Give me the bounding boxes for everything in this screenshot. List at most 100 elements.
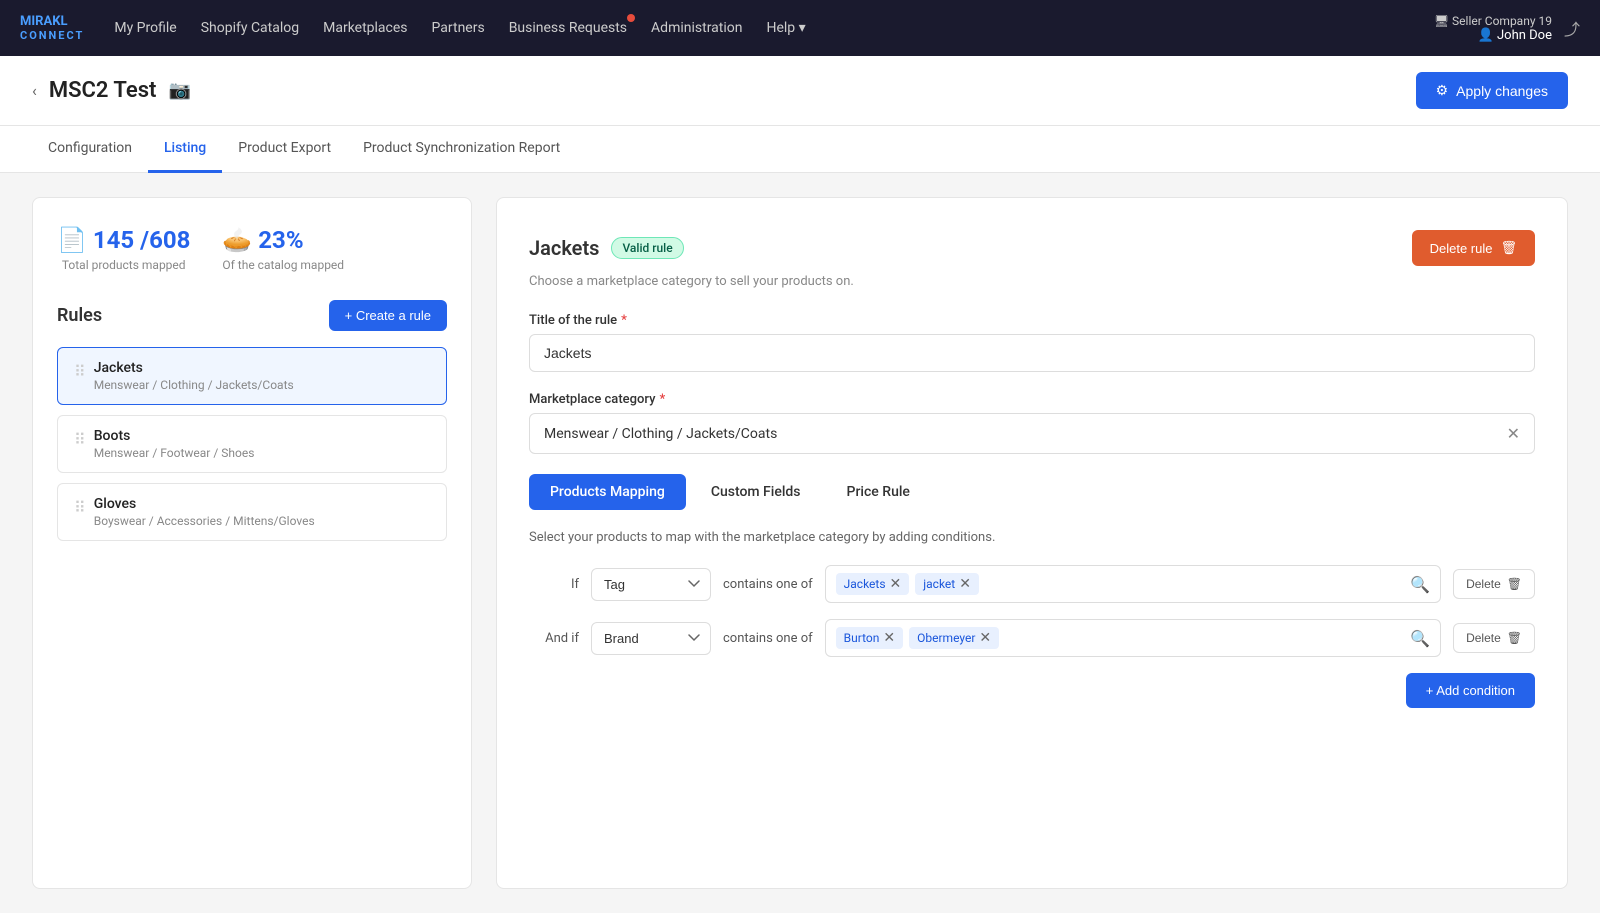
rule-name: Boots (94, 428, 255, 444)
tag-remove-icon[interactable]: ✕ (883, 630, 895, 646)
logo[interactable]: MIRAKL CONNECT (20, 14, 84, 43)
condition-tags-2: Burton ✕ Obermeyer ✕ 🔍 (825, 619, 1441, 657)
category-input-text: Menswear / Clothing / Jackets/Coats (530, 416, 1493, 452)
camera-icon[interactable]: 📷 (168, 80, 190, 101)
title-input[interactable] (529, 334, 1535, 372)
main-tabs: Configuration Listing Product Export Pro… (0, 126, 1600, 173)
pie-icon: 🥧 (222, 226, 252, 254)
add-condition-button[interactable]: + Add condition (1406, 673, 1535, 708)
condition-prefix-2: And if (529, 631, 579, 646)
main-content: 📄 145 /608 Total products mapped 🥧 23% O… (0, 173, 1600, 913)
gear-icon: ⚙ (1436, 82, 1449, 99)
add-condition-row: + Add condition (529, 673, 1535, 708)
page-header: ‹ MSC2 Test 📷 ⚙ Apply changes (0, 56, 1600, 126)
rule-name: Jackets (94, 360, 294, 376)
notification-badge (627, 14, 635, 22)
stat-products-mapped-label: Total products mapped (57, 258, 190, 272)
rule-item-boots[interactable]: ⠿ Boots Menswear / Footwear / Shoes (57, 415, 447, 473)
top-nav: MIRAKL CONNECT My Profile Shopify Catalo… (0, 0, 1600, 56)
trash-icon: 🗑 (1507, 577, 1522, 591)
condition-tags-1: Jackets ✕ jacket ✕ 🔍 (825, 565, 1441, 603)
required-star: * (621, 313, 627, 328)
rule-subtitle: Choose a marketplace category to sell yo… (529, 274, 1535, 289)
condition-prefix-1: If (529, 577, 579, 592)
condition-field-select-1[interactable]: Tag (591, 568, 711, 601)
search-icon[interactable]: 🔍 (1410, 575, 1430, 594)
tag-chip-jackets: Jackets ✕ (836, 573, 910, 595)
delete-rule-button[interactable]: Delete rule 🗑 (1412, 230, 1535, 266)
rule-item-gloves[interactable]: ⠿ Gloves Boyswear / Accessories / Mitten… (57, 483, 447, 541)
nav-marketplaces[interactable]: Marketplaces (323, 20, 407, 36)
tab-product-export[interactable]: Product Export (222, 126, 347, 173)
trash-icon: 🗑 (1500, 240, 1517, 256)
user-info: 🖥 Seller Company 19 👤 John Doe (1434, 14, 1552, 43)
stat-products-mapped: 📄 145 /608 Total products mapped (57, 226, 190, 272)
nav-administration[interactable]: Administration (651, 20, 742, 36)
nav-right: 🖥 Seller Company 19 👤 John Doe ⤴ (1434, 14, 1580, 43)
tag-chip-obermeyer: Obermeyer ✕ (909, 627, 999, 649)
condition-operator-1: contains one of (723, 577, 813, 592)
stat-catalog-mapped-label: Of the catalog mapped (222, 258, 344, 272)
condition-operator-2: contains one of (723, 631, 813, 646)
page-header-left: ‹ MSC2 Test 📷 (32, 78, 191, 103)
tab-listing[interactable]: Listing (148, 126, 222, 173)
sub-tab-price-rule[interactable]: Price Rule (826, 474, 931, 510)
category-label: Marketplace category * (529, 392, 1535, 407)
left-panel: 📄 145 /608 Total products mapped 🥧 23% O… (32, 197, 472, 889)
right-panel: Jackets Valid rule Delete rule 🗑 Choose … (496, 197, 1568, 889)
drag-handle-icon: ⠿ (74, 498, 86, 517)
sub-tab-custom-fields[interactable]: Custom Fields (690, 474, 822, 510)
rule-item-jackets[interactable]: ⠿ Jackets Menswear / Clothing / Jackets/… (57, 347, 447, 405)
valid-badge: Valid rule (611, 237, 683, 259)
nav-help[interactable]: Help ▾ (766, 20, 805, 36)
mapping-desc: Select your products to map with the mar… (529, 530, 1535, 545)
share-icon[interactable]: ⤴ (1564, 16, 1580, 40)
trash-icon: 🗑 (1507, 631, 1522, 645)
nav-my-profile[interactable]: My Profile (114, 20, 176, 36)
drag-handle-icon: ⠿ (74, 430, 86, 449)
nav-partners[interactable]: Partners (432, 20, 485, 36)
sub-tab-products-mapping[interactable]: Products Mapping (529, 474, 686, 510)
rule-name: Gloves (94, 496, 315, 512)
tag-chip-burton: Burton ✕ (836, 627, 903, 649)
category-clear-button[interactable]: ✕ (1493, 414, 1534, 453)
rule-path: Menswear / Clothing / Jackets/Coats (94, 378, 294, 392)
category-input-wrapper: Menswear / Clothing / Jackets/Coats ✕ (529, 413, 1535, 454)
user-company: 🖥 Seller Company 19 (1434, 14, 1552, 28)
condition-row-1: If Tag contains one of Jackets ✕ jacket … (529, 565, 1535, 603)
tag-remove-icon[interactable]: ✕ (959, 576, 971, 592)
nav-shopify-catalog[interactable]: Shopify Catalog (201, 20, 299, 36)
tag-chip-jacket: jacket ✕ (915, 573, 979, 595)
logo-line1: MIRAKL (20, 14, 84, 30)
delete-condition-button-1[interactable]: Delete 🗑 (1453, 569, 1535, 599)
rule-header-left: Jackets Valid rule (529, 236, 684, 260)
create-rule-button[interactable]: + Create a rule (329, 300, 447, 331)
logo-line2: CONNECT (20, 29, 84, 42)
tag-remove-icon[interactable]: ✕ (890, 576, 902, 592)
stats-row: 📄 145 /608 Total products mapped 🥧 23% O… (57, 226, 447, 272)
required-star: * (659, 392, 665, 407)
nav-business-requests[interactable]: Business Requests (509, 20, 627, 36)
back-button[interactable]: ‹ (32, 81, 37, 100)
tag-remove-icon[interactable]: ✕ (979, 630, 991, 646)
condition-field-select-2[interactable]: Brand (591, 622, 711, 655)
delete-condition-button-2[interactable]: Delete 🗑 (1453, 623, 1535, 653)
apply-changes-button[interactable]: ⚙ Apply changes (1416, 72, 1568, 109)
doc-icon: 📄 (57, 226, 87, 254)
category-form-group: Marketplace category * Menswear / Clothi… (529, 392, 1535, 454)
user-name: 👤 John Doe (1434, 28, 1552, 43)
rules-title: Rules (57, 305, 102, 326)
sub-tabs: Products Mapping Custom Fields Price Rul… (529, 474, 1535, 510)
search-icon[interactable]: 🔍 (1410, 629, 1430, 648)
rules-header: Rules + Create a rule (57, 300, 447, 331)
rule-header: Jackets Valid rule Delete rule 🗑 (529, 230, 1535, 266)
rule-path: Boyswear / Accessories / Mittens/Gloves (94, 514, 315, 528)
condition-row-2: And if Brand contains one of Burton ✕ Ob… (529, 619, 1535, 657)
tab-configuration[interactable]: Configuration (32, 126, 148, 173)
rule-title: Jackets (529, 236, 599, 260)
drag-handle-icon: ⠿ (74, 362, 86, 381)
title-label: Title of the rule * (529, 313, 1535, 328)
tab-product-sync-report[interactable]: Product Synchronization Report (347, 126, 576, 173)
rule-path: Menswear / Footwear / Shoes (94, 446, 255, 460)
title-form-group: Title of the rule * (529, 313, 1535, 372)
